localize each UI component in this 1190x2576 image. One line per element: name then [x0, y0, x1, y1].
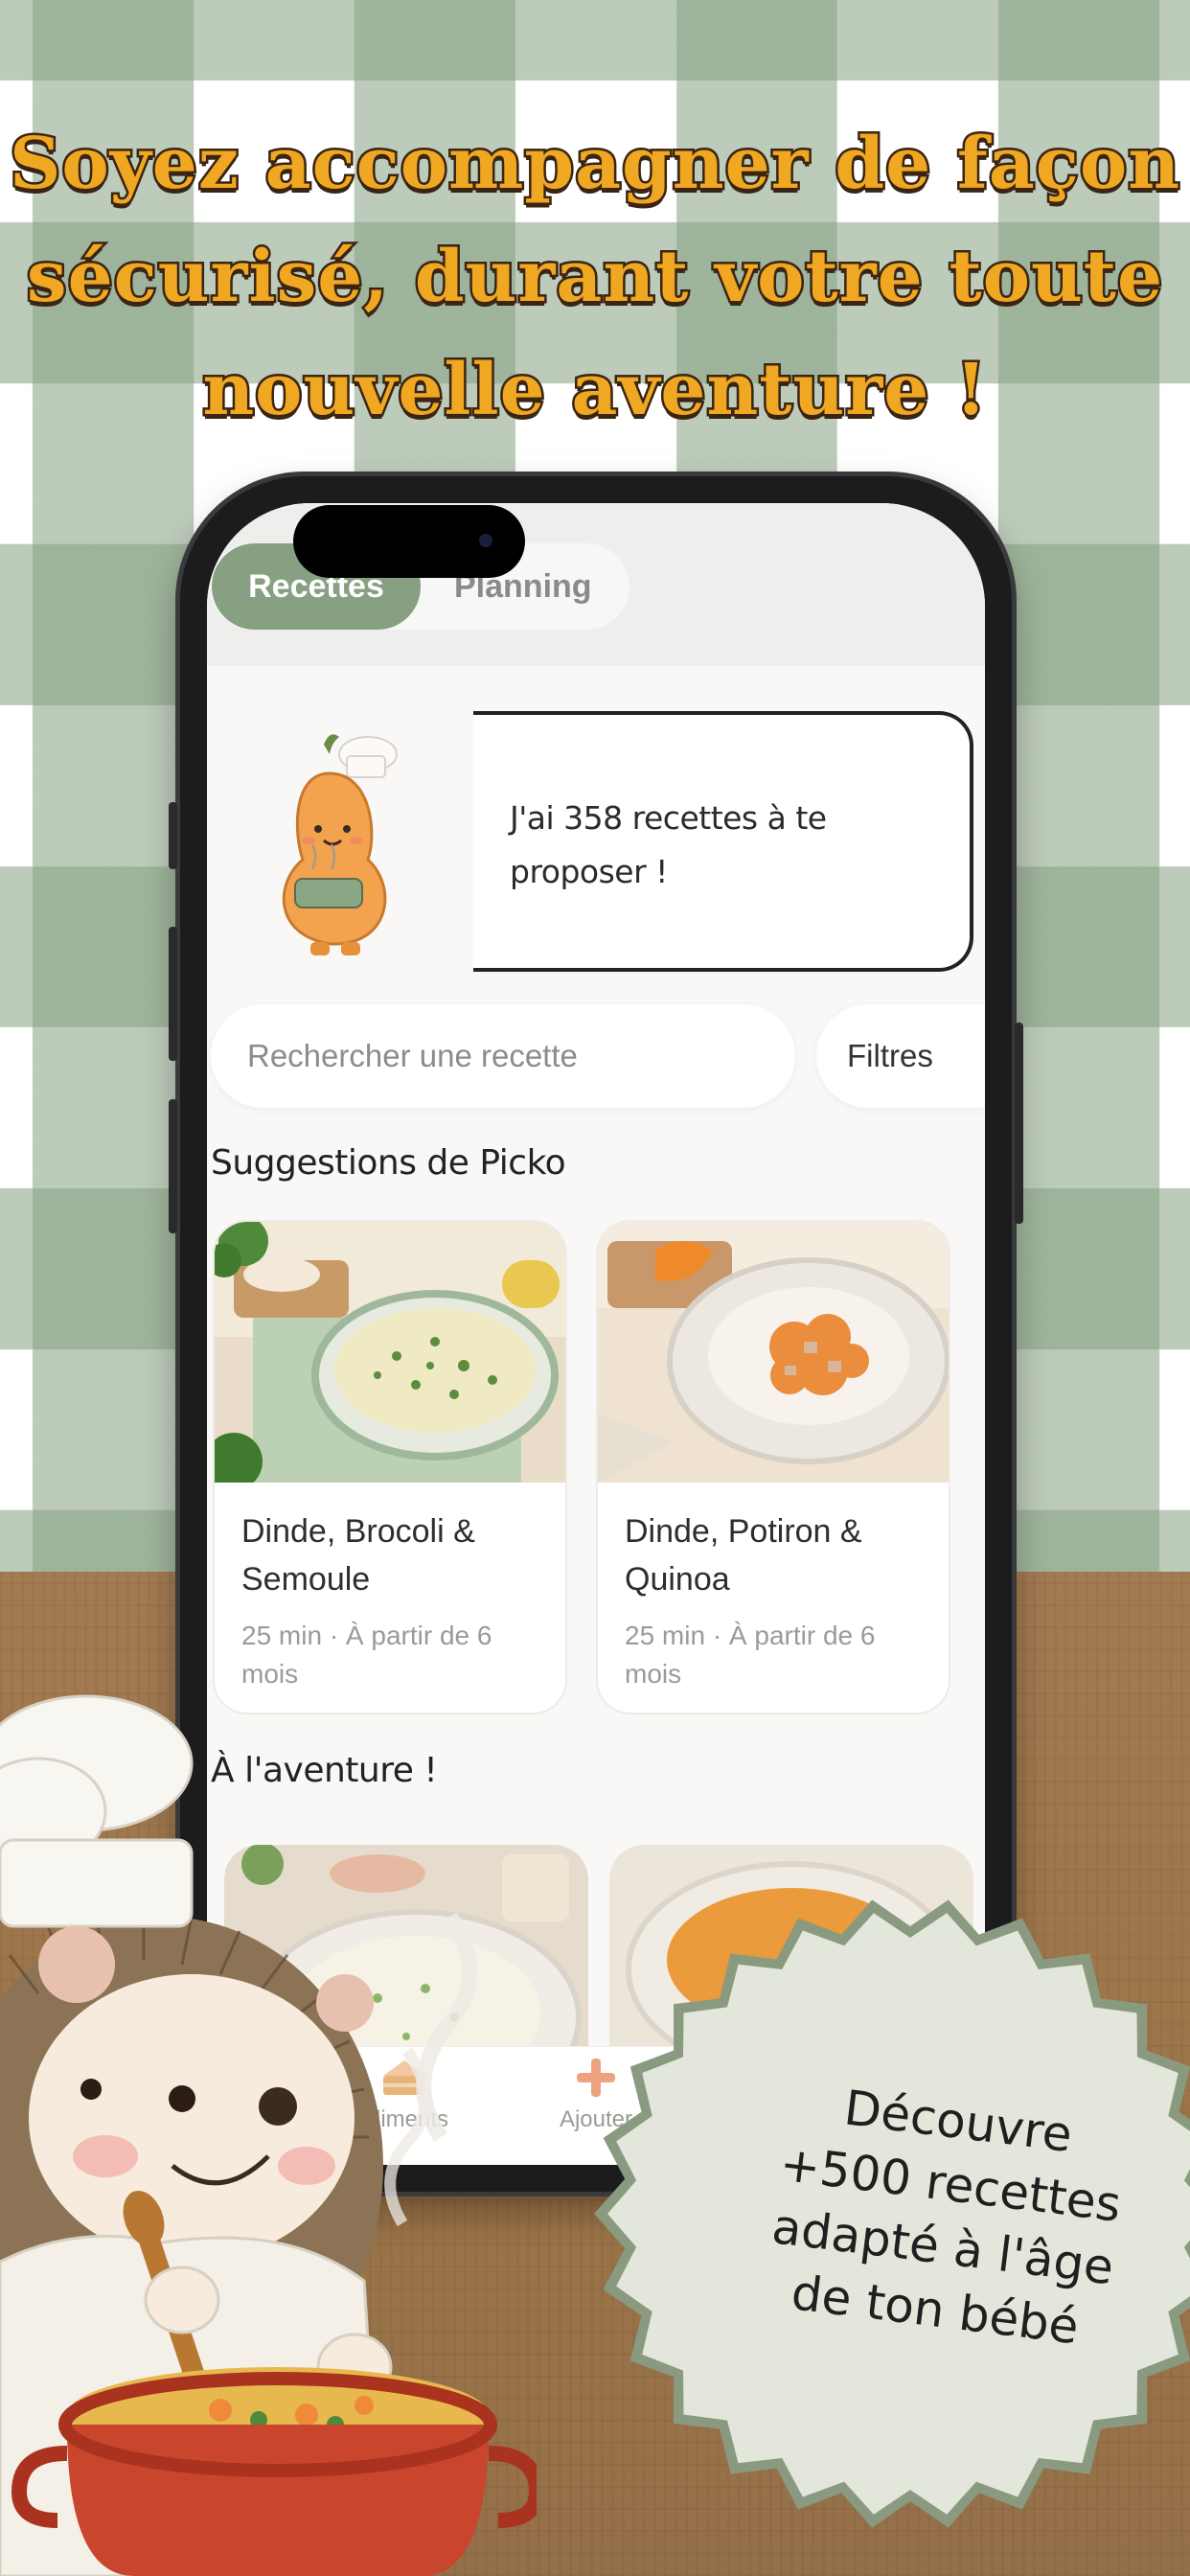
speech-bubble: J'ai 358 recettes à te proposer !	[473, 711, 973, 972]
recipe-meta: 25 min · À partir de 6 mois	[625, 1621, 876, 1689]
section-title-suggestions: Suggestions de Picko	[211, 1143, 566, 1183]
hedgehog-chef-illustration	[0, 1694, 537, 2576]
phone-side-button	[1015, 1023, 1023, 1224]
dynamic-island	[293, 505, 525, 578]
squash-chef-mascot	[282, 734, 398, 955]
recipe-title: Dinde, Brocoli & Semoule	[241, 1513, 475, 1598]
headline: Soyez accompagner de façon sécurisé, dur…	[0, 107, 1190, 447]
bubble-text: J'ai 358 recettes à te proposer !	[510, 799, 827, 890]
recipe-meta: 25 min · À partir de 6 mois	[241, 1621, 492, 1689]
phone-volume-up-button	[169, 927, 177, 1061]
recipe-title: Dinde, Potiron & Quinoa	[625, 1513, 862, 1598]
recipe-image	[215, 1222, 565, 1483]
search-input[interactable]: Rechercher une recette	[211, 1004, 795, 1108]
recipe-image	[598, 1222, 949, 1483]
recipe-card[interactable]: Dinde, Brocoli & Semoule 25 min · À part…	[213, 1220, 567, 1714]
headline-line-2: sécurisé, durant votre toute	[24, 234, 1164, 321]
phone-volume-down-button	[169, 1099, 177, 1233]
phone-action-button	[169, 802, 177, 869]
headline-line-3: nouvelle aventure !	[200, 347, 989, 434]
recipe-card[interactable]: Dinde, Potiron & Quinoa 25 min · À parti…	[596, 1220, 950, 1714]
search-placeholder: Rechercher une recette	[247, 1038, 578, 1073]
headline-line-1: Soyez accompagner de façon	[7, 121, 1181, 208]
camera-lens	[479, 534, 492, 547]
filters-button[interactable]: Filtres	[816, 1004, 985, 1108]
